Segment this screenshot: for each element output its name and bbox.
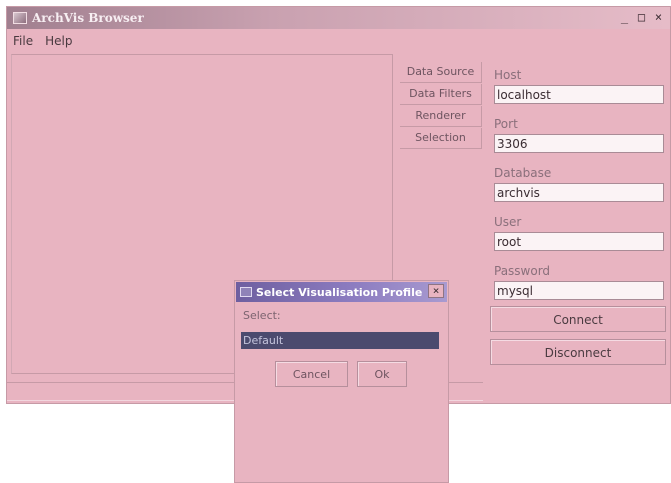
cancel-button[interactable]: Cancel [275,361,348,387]
window-icon [240,287,252,297]
ok-button[interactable]: Ok [357,361,407,387]
connect-button[interactable]: Connect [490,306,666,332]
host-field[interactable]: localhost [494,85,664,104]
password-label: Password [494,264,551,278]
tab-data-filters[interactable]: Data Filters [400,84,482,105]
window-icon [13,12,27,24]
port-field[interactable]: 3306 [494,134,664,153]
tab-data-source[interactable]: Data Source [400,62,482,83]
menu-help[interactable]: Help [45,34,72,48]
disconnect-button[interactable]: Disconnect [490,339,666,365]
database-field[interactable]: archvis [494,183,664,202]
password-field[interactable]: mysql [494,281,664,300]
profile-option-selected[interactable]: Default [241,332,439,349]
user-label: User [494,215,522,229]
tab-selection[interactable]: Selection [400,128,482,149]
port-label: Port [494,117,518,131]
dialog-title-bar[interactable]: Select Visualisation Profile × [236,282,447,302]
tab-list: Data Source Data Filters Renderer Select… [400,62,482,150]
menu-bar: File Help [7,31,670,51]
dialog-title: Select Visualisation Profile [256,285,423,299]
minimize-button[interactable]: _ [617,10,632,24]
tab-renderer[interactable]: Renderer [400,106,482,127]
select-label: Select: [243,309,281,322]
connection-form: Host localhost Port 3306 Database archvi… [490,65,666,365]
window-controls: _ □ × [617,10,666,24]
title-bar[interactable]: ArchVis Browser _ □ × [7,7,670,29]
maximize-button[interactable]: □ [634,10,649,24]
menu-file[interactable]: File [13,34,33,48]
user-field[interactable]: root [494,232,664,251]
select-profile-dialog: Select Visualisation Profile × Select: D… [234,280,449,483]
window-title: ArchVis Browser [32,11,144,25]
close-button[interactable]: × [651,10,666,24]
database-label: Database [494,166,552,180]
dialog-close-button[interactable]: × [428,284,444,298]
host-label: Host [494,68,522,82]
